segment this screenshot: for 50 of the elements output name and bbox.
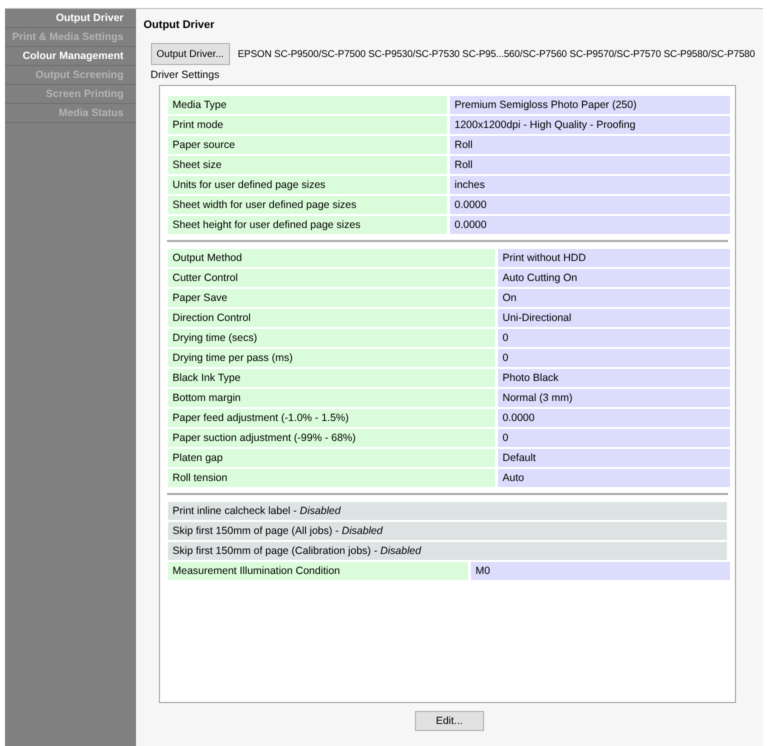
setting-label: Direction Control bbox=[168, 309, 494, 327]
setting-label: Drying time per pass (ms) bbox=[168, 349, 494, 367]
setting-value: Print without HDD bbox=[498, 249, 730, 267]
setting-value: M0 bbox=[470, 562, 730, 580]
setting-label: Sheet width for user defined page sizes bbox=[168, 196, 446, 214]
output-driver-button[interactable]: Output Driver... bbox=[150, 43, 230, 65]
setting-value: Roll bbox=[450, 136, 730, 154]
setting-label: Cutter Control bbox=[168, 269, 494, 287]
setting-label: Print mode bbox=[168, 116, 446, 134]
setting-value: Default bbox=[498, 449, 730, 467]
setting-label: Output Method bbox=[168, 249, 494, 267]
setting-value: Normal (3 mm) bbox=[498, 389, 730, 407]
section-label: Driver Settings bbox=[150, 69, 220, 81]
setting-label: Sheet size bbox=[168, 156, 446, 174]
setting-value: On bbox=[498, 289, 730, 307]
panel-title: Output Driver bbox=[144, 19, 216, 31]
setting-value: Auto Cutting On bbox=[498, 269, 730, 287]
setting-value: 0 bbox=[498, 429, 730, 447]
setting-value: 0 bbox=[498, 329, 730, 347]
setting-value: 0 bbox=[498, 349, 730, 367]
setting-label: Units for user defined page sizes bbox=[168, 176, 446, 194]
setting-flag: Print inline calcheck label - Disabled bbox=[168, 502, 726, 520]
setting-label: Roll tension bbox=[168, 469, 494, 487]
edit-button[interactable]: Edit... bbox=[414, 711, 484, 731]
setting-label: Drying time (secs) bbox=[168, 329, 494, 347]
setting-label: Paper feed adjustment (-1.0% - 1.5%) bbox=[168, 409, 494, 427]
setting-label: Bottom margin bbox=[168, 389, 494, 407]
setting-value: Premium Semigloss Photo Paper (250) bbox=[450, 96, 730, 114]
driver-name: EPSON SC-P9500/SC-P7500 SC-P9530/SC-P7530 SC-P95...560/SC-P7560 SC-P9570/SC-P7570 SC-P9580/SC-P7580 bbox=[238, 48, 755, 60]
setting-label: Paper suction adjustment (-99% - 68%) bbox=[168, 429, 494, 447]
setting-label: Measurement Illumination Condition bbox=[168, 562, 468, 580]
sidebar-item[interactable]: Output Driver bbox=[5, 9, 136, 28]
setting-value: inches bbox=[450, 176, 730, 194]
setting-value: 0.0000 bbox=[498, 409, 730, 427]
setting-label: Sheet height for user defined page sizes bbox=[168, 216, 446, 234]
setting-flag: Skip first 150mm of page (Calibration jobs) - Disabled bbox=[168, 542, 726, 560]
setting-label: Media Type bbox=[168, 96, 446, 114]
setting-label: Platen gap bbox=[168, 449, 494, 467]
setting-value: Roll bbox=[450, 156, 730, 174]
setting-label: Paper Save bbox=[168, 289, 494, 307]
setting-value: Auto bbox=[498, 469, 730, 487]
setting-value: 0.0000 bbox=[450, 196, 730, 214]
setting-label: Black Ink Type bbox=[168, 369, 494, 387]
setting-flag: Skip first 150mm of page (All jobs) - Disabled bbox=[168, 522, 726, 540]
sidebar-item[interactable]: Colour Management bbox=[5, 47, 136, 66]
setting-value: Uni-Directional bbox=[498, 309, 730, 327]
setting-value: Photo Black bbox=[498, 369, 730, 387]
setting-value: 0.0000 bbox=[450, 216, 730, 234]
setting-value: 1200x1200dpi - High Quality - Proofing bbox=[450, 116, 730, 134]
setting-label: Paper source bbox=[168, 136, 446, 154]
